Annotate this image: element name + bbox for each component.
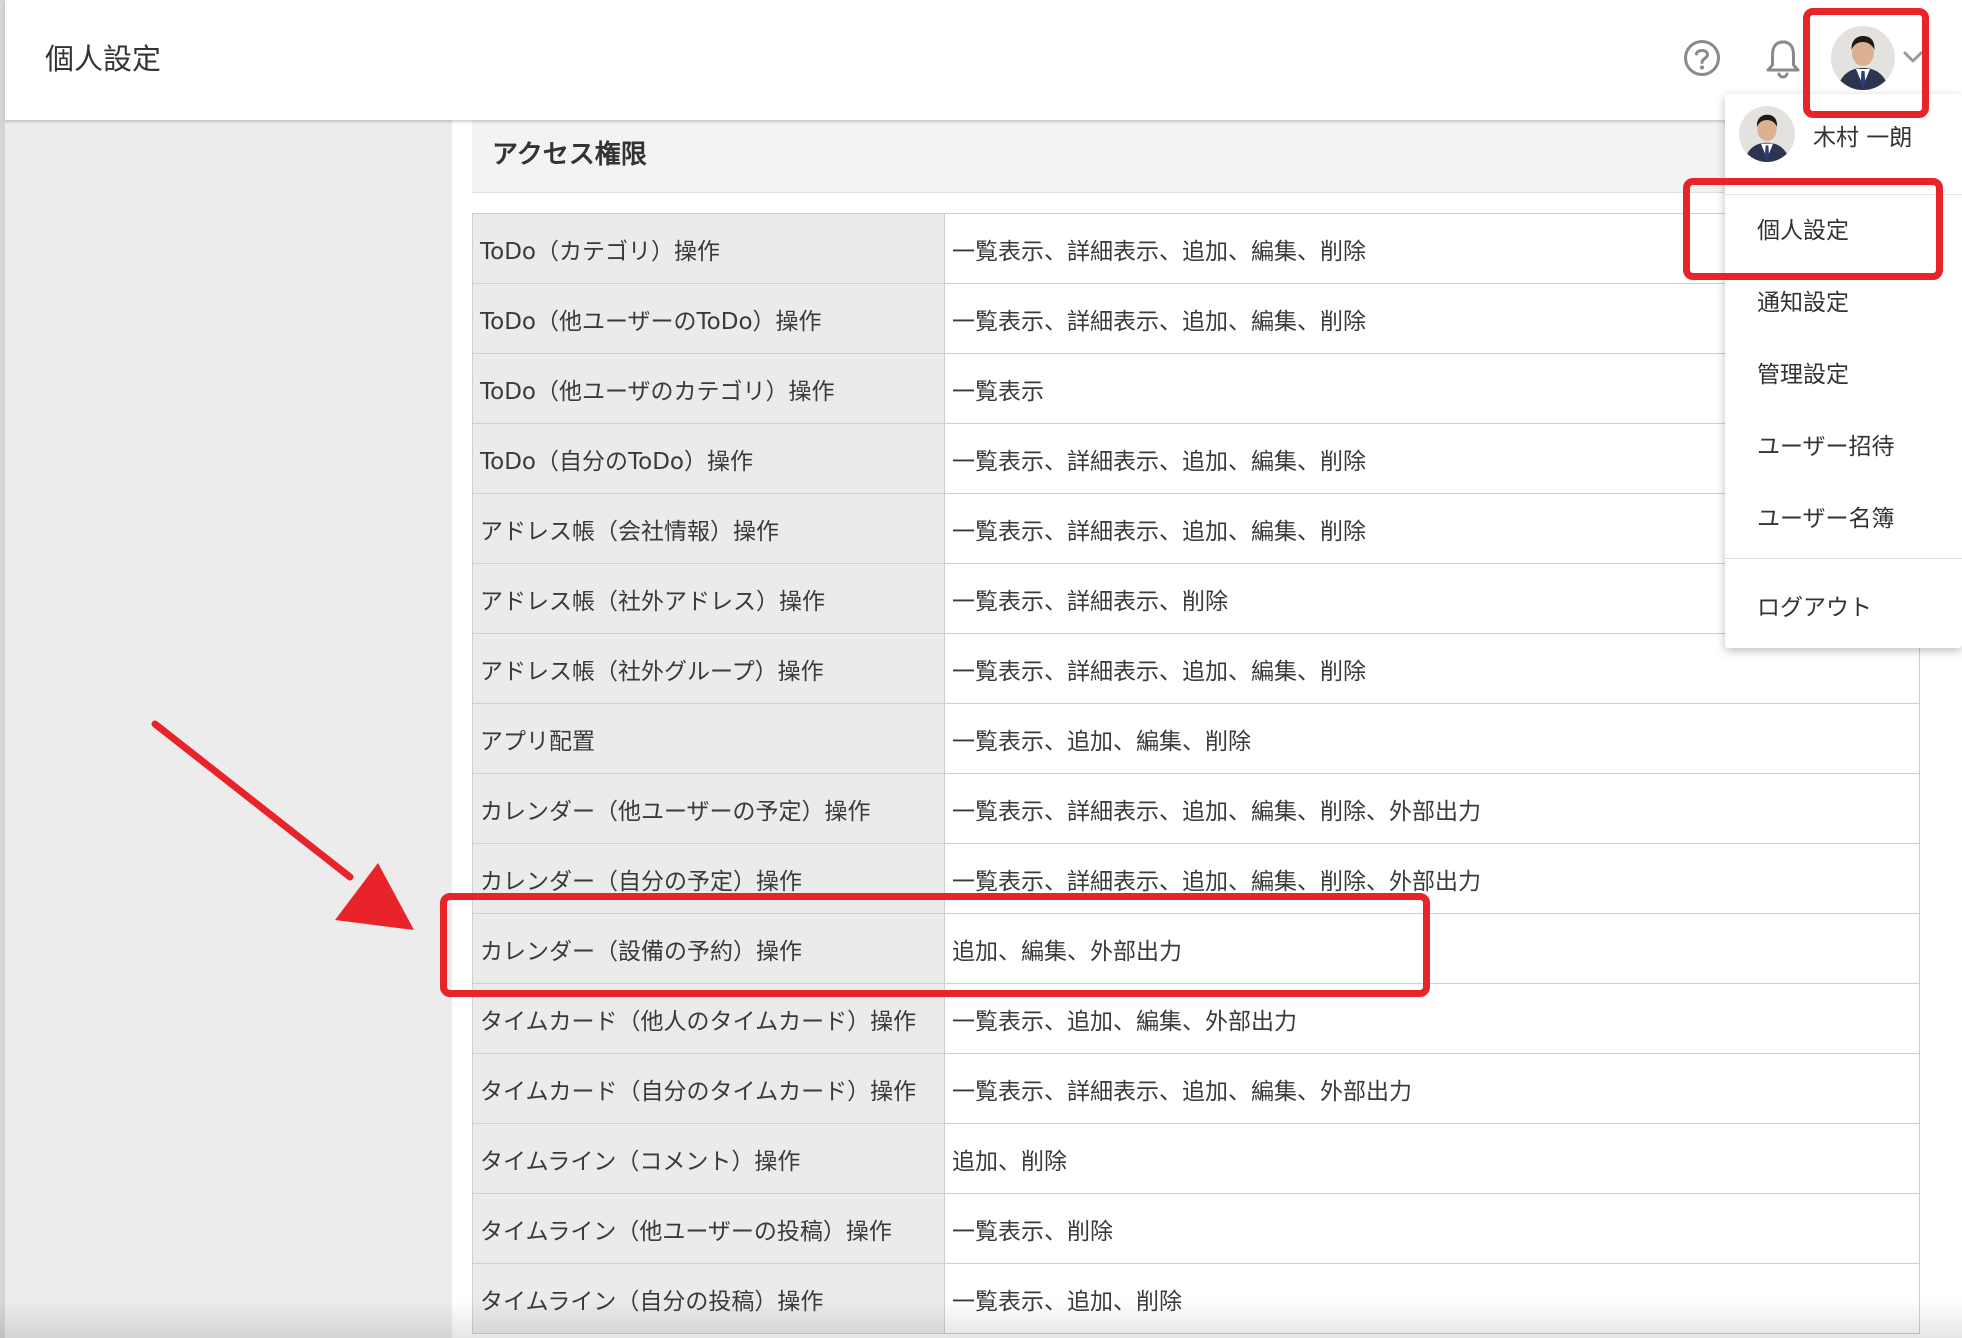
permission-name: タイムライン（他ユーザーの投稿）操作 bbox=[472, 1193, 945, 1264]
menu-item-label: ユーザー名簿 bbox=[1757, 506, 1895, 532]
table-row: ToDo（自分のToDo）操作 一覧表示、詳細表示、追加、編集、削除 bbox=[472, 423, 1920, 494]
app-header: 個人設定 bbox=[5, 0, 1962, 120]
permission-name: アドレス帳（社外グループ）操作 bbox=[472, 633, 945, 704]
permission-name: ToDo（他ユーザのカテゴリ）操作 bbox=[472, 353, 945, 424]
menu-item-label: 通知設定 bbox=[1757, 290, 1849, 316]
table-row: アドレス帳（社外アドレス）操作 一覧表示、詳細表示、削除 bbox=[472, 563, 1920, 634]
page-title: 個人設定 bbox=[45, 42, 162, 76]
menu-item-invite-user[interactable]: ユーザー招待 bbox=[1725, 413, 1962, 473]
table-row: カレンダー（他ユーザーの予定）操作 一覧表示、詳細表示、追加、編集、削除、外部出力 bbox=[472, 773, 1920, 844]
permission-value: 一覧表示、追加、編集、削除 bbox=[944, 703, 1920, 774]
permission-name: アプリ配置 bbox=[472, 703, 945, 774]
menu-item-user-directory[interactable]: ユーザー名簿 bbox=[1725, 485, 1962, 545]
table-row: ToDo（他ユーザのカテゴリ）操作 一覧表示 bbox=[472, 353, 1920, 424]
left-gutter bbox=[0, 0, 5, 1338]
table-row: タイムライン（コメント）操作 追加、削除 bbox=[472, 1123, 1920, 1194]
permissions-table: ToDo（カテゴリ）操作 一覧表示、詳細表示、追加、編集、削除 ToDo（他ユーザ… bbox=[472, 213, 1920, 1334]
avatar bbox=[1739, 106, 1795, 162]
menu-divider bbox=[1725, 558, 1962, 559]
menu-item-logout[interactable]: ログアウト bbox=[1725, 574, 1962, 634]
permission-value: 一覧表示、追加、削除 bbox=[944, 1263, 1920, 1334]
permission-value: 一覧表示、詳細表示、追加、編集、削除、外部出力 bbox=[944, 773, 1920, 844]
menu-item-label: 管理設定 bbox=[1757, 362, 1849, 388]
highlight-equipment-row bbox=[440, 893, 1430, 997]
table-row: アドレス帳（会社情報）操作 一覧表示、詳細表示、追加、編集、削除 bbox=[472, 493, 1920, 564]
permission-name: タイムライン（コメント）操作 bbox=[472, 1123, 945, 1194]
table-row: アプリ配置 一覧表示、追加、編集、削除 bbox=[472, 703, 1920, 774]
menu-item-admin-settings[interactable]: 管理設定 bbox=[1725, 341, 1962, 401]
table-row: タイムライン（自分の投稿）操作 一覧表示、追加、削除 bbox=[472, 1263, 1920, 1334]
permission-value: 一覧表示、詳細表示、追加、編集、外部出力 bbox=[944, 1053, 1920, 1124]
table-row: アドレス帳（社外グループ）操作 一覧表示、詳細表示、追加、編集、削除 bbox=[472, 633, 1920, 704]
highlight-avatar bbox=[1803, 8, 1929, 118]
section-title: アクセス権限 bbox=[492, 140, 647, 170]
permission-name: タイムライン（自分の投稿）操作 bbox=[472, 1263, 945, 1334]
permission-name: アドレス帳（会社情報）操作 bbox=[472, 493, 945, 564]
bell-icon[interactable] bbox=[1763, 36, 1803, 80]
table-row: タイムライン（他ユーザーの投稿）操作 一覧表示、削除 bbox=[472, 1193, 1920, 1264]
permission-value: 一覧表示、削除 bbox=[944, 1193, 1920, 1264]
permission-name: カレンダー（他ユーザーの予定）操作 bbox=[472, 773, 945, 844]
question-circle-icon[interactable] bbox=[1682, 38, 1722, 78]
permission-value: 追加、削除 bbox=[944, 1123, 1920, 1194]
permission-name: ToDo（カテゴリ）操作 bbox=[472, 213, 945, 284]
table-row: タイムカード（自分のタイムカード）操作 一覧表示、詳細表示、追加、編集、外部出力 bbox=[472, 1053, 1920, 1124]
permission-name: タイムカード（自分のタイムカード）操作 bbox=[472, 1053, 945, 1124]
highlight-personal-settings bbox=[1683, 178, 1943, 280]
permission-name: ToDo（自分のToDo）操作 bbox=[472, 423, 945, 494]
permission-name: ToDo（他ユーザーのToDo）操作 bbox=[472, 283, 945, 354]
menu-item-label: ログアウト bbox=[1757, 595, 1872, 621]
dropdown-user-name: 木村 一朗 bbox=[1813, 125, 1913, 151]
permission-name: アドレス帳（社外アドレス）操作 bbox=[472, 563, 945, 634]
table-row: ToDo（他ユーザーのToDo）操作 一覧表示、詳細表示、追加、編集、削除 bbox=[472, 283, 1920, 354]
menu-item-label: ユーザー招待 bbox=[1757, 434, 1895, 460]
